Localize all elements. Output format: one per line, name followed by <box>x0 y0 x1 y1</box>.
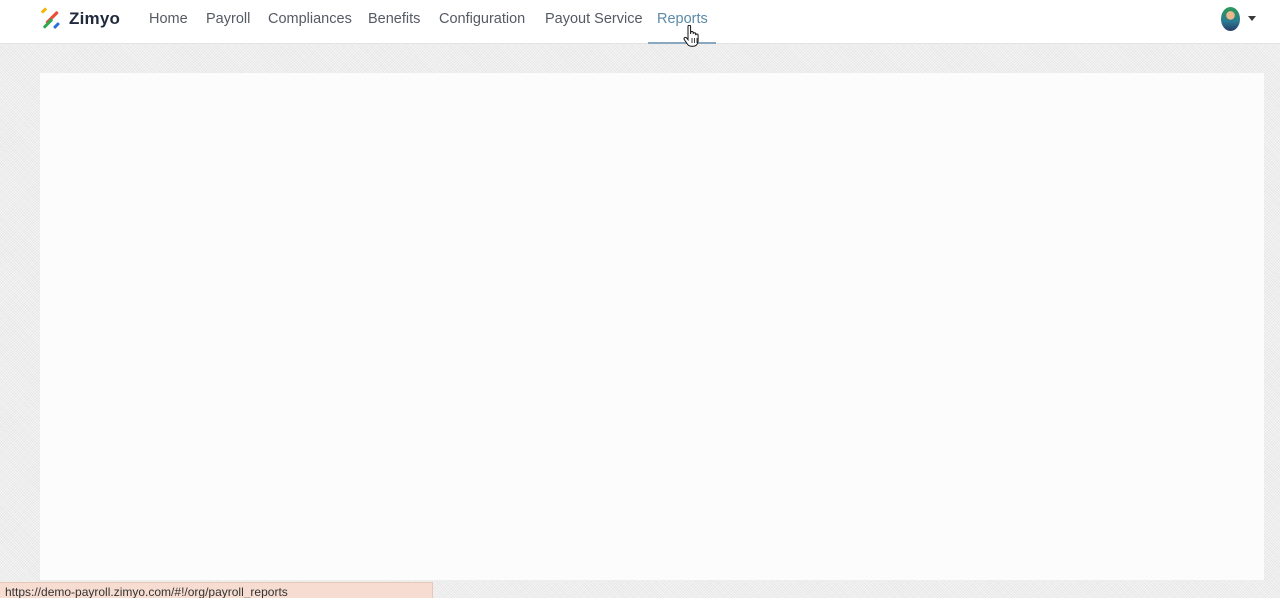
caret-down-icon[interactable] <box>1248 16 1256 21</box>
nav-item-home[interactable]: Home <box>149 0 188 44</box>
brand-name: Zimyo <box>69 9 121 28</box>
link-status-bar: https://demo-payroll.zimyo.com/#!/org/pa… <box>0 582 433 598</box>
main-content-panel <box>40 73 1264 580</box>
active-tab-indicator <box>648 42 716 44</box>
nav-item-configuration[interactable]: Configuration <box>439 0 525 44</box>
nav-item-payout-service[interactable]: Payout Service <box>545 0 643 44</box>
nav-item-compliances[interactable]: Compliances <box>268 0 352 44</box>
top-navbar: Zimyo Home Payroll Compliances Benefits … <box>0 0 1280 44</box>
user-avatar-icon[interactable] <box>1221 7 1240 31</box>
zimyo-logo-icon <box>40 7 60 29</box>
nav-item-payroll[interactable]: Payroll <box>206 0 250 44</box>
brand-logo[interactable]: Zimyo <box>39 7 120 31</box>
hand-pointer-cursor-icon <box>683 25 699 47</box>
nav-item-benefits[interactable]: Benefits <box>368 0 420 44</box>
